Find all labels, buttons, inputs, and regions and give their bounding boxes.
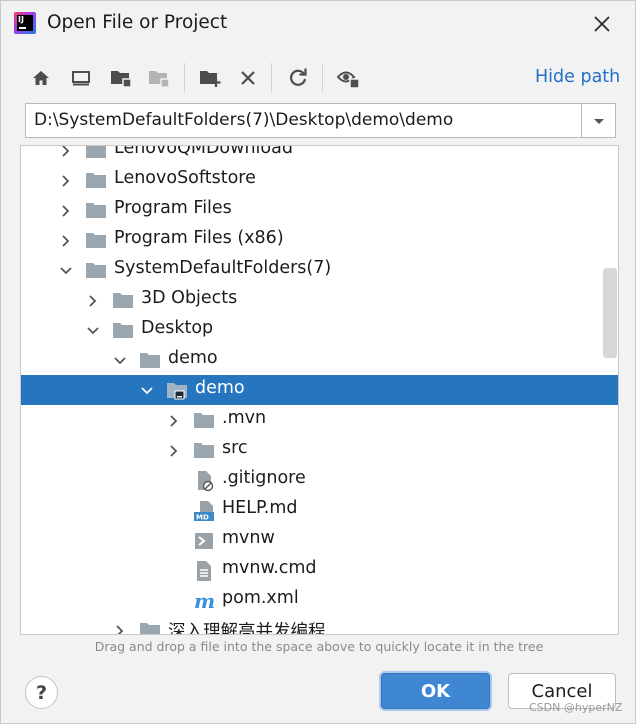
- tree-row[interactable]: Program Files: [21, 195, 618, 225]
- chevron-down-icon[interactable]: [140, 383, 154, 397]
- intellij-app-icon: IJ: [14, 12, 36, 34]
- chevron-down-icon: [593, 118, 604, 124]
- chevron-right-icon[interactable]: [59, 146, 73, 157]
- project-folder-icon[interactable]: [107, 63, 135, 93]
- folder-icon: [112, 290, 134, 310]
- tree-row[interactable]: mvnw: [21, 525, 618, 555]
- tree-row-label: .gitignore: [222, 468, 306, 488]
- home-icon[interactable]: [27, 63, 55, 93]
- close-icon[interactable]: [589, 11, 615, 37]
- tree-row-label: src: [222, 438, 248, 458]
- tree-row-label: HELP.md: [222, 498, 298, 518]
- chevron-down-icon[interactable]: [59, 263, 73, 277]
- folder-icon: [193, 410, 215, 430]
- chevron-right-icon[interactable]: [86, 293, 100, 307]
- tree-row-label: pom.xml: [222, 588, 299, 608]
- chevron-right-icon[interactable]: [113, 623, 127, 634]
- chevron-right-icon[interactable]: [167, 413, 181, 427]
- drag-drop-hint: Drag and drop a file into the space abov…: [94, 639, 544, 654]
- folder-icon: [85, 230, 107, 250]
- tree-row-label: demo: [168, 348, 218, 368]
- folder-icon: [85, 200, 107, 220]
- tree-row[interactable]: Program Files (x86): [21, 225, 618, 255]
- chevron-down-icon[interactable]: [113, 353, 127, 367]
- tree-row-label: Desktop: [141, 318, 214, 338]
- toolbar: [21, 63, 441, 93]
- show-hidden-icon[interactable]: [334, 63, 362, 93]
- refresh-icon[interactable]: [284, 63, 312, 93]
- tree-row[interactable]: Desktop: [21, 315, 618, 345]
- chevron-right-icon[interactable]: [59, 203, 73, 217]
- project-folder-icon: [166, 380, 188, 400]
- tree-row-label: 深入理解高并发编程: [168, 622, 326, 635]
- tree-row[interactable]: m pom.xml: [21, 585, 618, 615]
- tree-row[interactable]: mvnw.cmd: [21, 555, 618, 585]
- tree-row-label: demo: [195, 378, 245, 398]
- hide-path-link[interactable]: Hide path: [535, 67, 620, 87]
- tree-row[interactable]: 深入理解高并发编程: [21, 615, 618, 635]
- text-file-icon: [193, 560, 215, 581]
- tree-row-label: LenovoSoftstore: [114, 168, 256, 188]
- tree-row-selected[interactable]: demo: [21, 375, 618, 405]
- module-folder-icon[interactable]: [145, 63, 173, 93]
- tree-row[interactable]: src: [21, 435, 618, 465]
- folder-icon: [139, 620, 161, 634]
- path-history-dropdown[interactable]: [581, 104, 615, 137]
- chevron-right-icon[interactable]: [167, 443, 181, 457]
- open-file-dialog: IJ Open File or Project Hide path D:\Sys…: [0, 0, 636, 724]
- path-combobox[interactable]: D:\SystemDefaultFolders(7)\Desktop\demo\…: [25, 103, 616, 138]
- chevron-down-icon[interactable]: [86, 323, 100, 337]
- help-button[interactable]: ?: [25, 676, 58, 709]
- tree-row[interactable]: 3D Objects: [21, 285, 618, 315]
- tree-row-label: .mvn: [222, 408, 267, 428]
- tree-row[interactable]: LenovoSoftstore: [21, 165, 618, 195]
- tree-row[interactable]: .gitignore: [21, 465, 618, 495]
- markdown-file-icon: MD: [193, 500, 215, 522]
- tree-row[interactable]: .mvn: [21, 405, 618, 435]
- title-bar: IJ Open File or Project: [1, 1, 636, 47]
- svg-text:m: m: [194, 590, 215, 612]
- tree-row-label: Program Files: [114, 198, 232, 218]
- dialog-title: Open File or Project: [47, 12, 228, 33]
- app-icon-text: IJ: [18, 15, 24, 24]
- ignored-file-icon: [193, 470, 215, 492]
- tree-scrollbar[interactable]: [603, 268, 617, 358]
- folder-icon: [85, 260, 107, 280]
- shell-file-icon: [193, 530, 215, 550]
- tree-row[interactable]: MD HELP.md: [21, 495, 618, 525]
- tree-row[interactable]: SystemDefaultFolders(7): [21, 255, 618, 285]
- svg-text:MD: MD: [196, 514, 209, 522]
- path-input[interactable]: D:\SystemDefaultFolders(7)\Desktop\demo\…: [34, 110, 453, 130]
- chevron-right-icon[interactable]: [59, 173, 73, 187]
- ok-button[interactable]: OK: [381, 673, 490, 709]
- file-tree[interactable]: LenovoQMDownload LenovoSoftstore Program F…: [20, 145, 619, 635]
- folder-icon: [112, 320, 134, 340]
- folder-icon: [139, 350, 161, 370]
- toolbar-separator: [184, 63, 185, 93]
- folder-icon: [193, 440, 215, 460]
- tree-row-label: mvnw.cmd: [222, 558, 317, 578]
- watermark: CSDN @hyperNZ: [529, 701, 623, 714]
- tree-row-label: LenovoQMDownload: [114, 145, 293, 158]
- tree-row[interactable]: LenovoQMDownload: [21, 145, 618, 165]
- tree-row-label: mvnw: [222, 528, 275, 548]
- chevron-right-icon[interactable]: [59, 233, 73, 247]
- desktop-icon[interactable]: [67, 63, 95, 93]
- folder-icon: [85, 146, 107, 160]
- tree-row-label: 3D Objects: [141, 288, 238, 308]
- new-folder-icon[interactable]: [196, 63, 224, 93]
- maven-file-icon: m: [193, 589, 215, 613]
- toolbar-separator: [322, 63, 323, 93]
- toolbar-separator: [271, 63, 272, 93]
- tree-row-label: Program Files (x86): [114, 228, 284, 248]
- folder-icon: [85, 170, 107, 190]
- tree-row[interactable]: demo: [21, 345, 618, 375]
- delete-icon[interactable]: [234, 63, 262, 93]
- tree-row-label: SystemDefaultFolders(7): [114, 258, 332, 278]
